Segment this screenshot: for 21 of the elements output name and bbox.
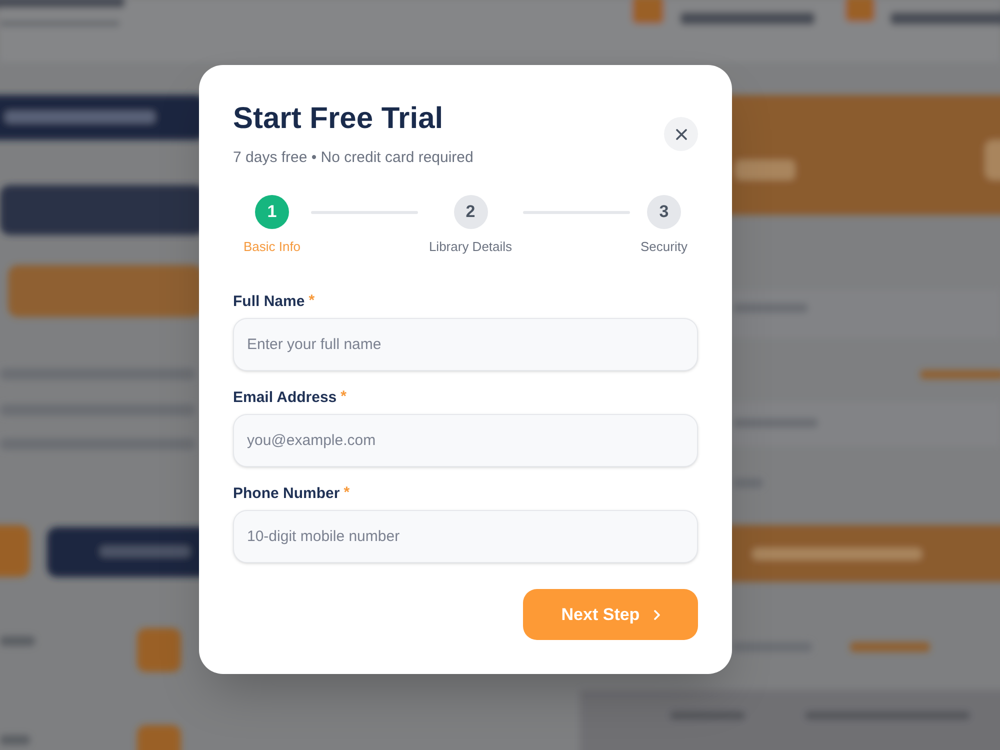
- required-mark: *: [340, 389, 346, 405]
- step-number: 3: [647, 195, 681, 229]
- close-icon: [676, 128, 686, 140]
- field-label: Phone Number: [233, 485, 340, 503]
- step-label: Basic Info: [243, 239, 301, 255]
- field-label: Email Address: [233, 389, 337, 407]
- step-number: 1: [255, 195, 289, 229]
- close-button[interactable]: [664, 117, 698, 151]
- input-field[interactable]: Enter your full name: [233, 318, 698, 371]
- field-label: Full Name: [233, 293, 305, 311]
- step-number: 2: [454, 195, 488, 229]
- next-step-button[interactable]: Next Step: [523, 589, 698, 640]
- input-field[interactable]: you@example.com: [233, 414, 698, 467]
- chevron-right-icon: [654, 610, 660, 620]
- required-mark: *: [308, 293, 315, 309]
- dialog-title: Start Free Trial: [233, 101, 444, 137]
- step-label: Security: [640, 239, 688, 255]
- step-label: Library Details: [428, 239, 512, 255]
- input-field[interactable]: 10-digit mobile number: [233, 510, 698, 563]
- required-mark: *: [344, 485, 350, 501]
- dialog-subtitle: 7 days free • No credit card required: [233, 148, 474, 168]
